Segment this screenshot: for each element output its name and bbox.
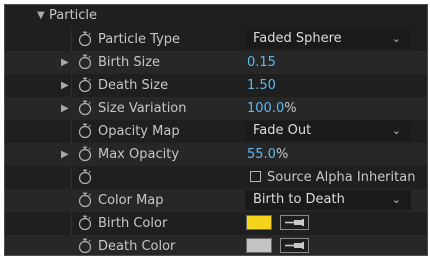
size-variation-field: 100.0% xyxy=(247,100,297,117)
property-label: Color Map xyxy=(98,193,164,208)
opacity-map-dropdown[interactable]: Fade Out ⌄ xyxy=(245,121,411,141)
dropdown-value: Birth to Death xyxy=(253,192,345,207)
stopwatch-icon[interactable] xyxy=(78,146,92,162)
property-row-death-size: ▶ Death Size 1.50 xyxy=(5,74,427,97)
stopwatch-icon[interactable] xyxy=(78,100,92,116)
stopwatch-icon[interactable] xyxy=(78,123,92,139)
stopwatch-icon[interactable] xyxy=(78,54,92,70)
property-label: Particle Type xyxy=(98,32,181,47)
twirl-closed-icon[interactable]: ▶ xyxy=(61,146,69,163)
property-row-size-variation: ▶ Size Variation 100.0% xyxy=(5,97,427,120)
birth-size-value[interactable]: 0.15 xyxy=(247,54,276,71)
property-row-color-map: Color Map Birth to Death ⌄ xyxy=(5,189,427,212)
property-row-birth-size: ▶ Birth Size 0.15 xyxy=(5,51,427,74)
property-label: Birth Size xyxy=(98,55,161,70)
color-map-dropdown[interactable]: Birth to Death ⌄ xyxy=(245,190,411,210)
checkbox-label: Source Alpha Inheritan xyxy=(267,170,416,185)
source-alpha-checkbox[interactable] xyxy=(250,171,261,182)
chevron-down-icon: ⌄ xyxy=(391,124,401,137)
particle-type-dropdown[interactable]: Faded Sphere ⌄ xyxy=(245,29,411,49)
max-opacity-field: 55.0% xyxy=(247,146,288,163)
death-size-value[interactable]: 1.50 xyxy=(247,77,276,94)
twirl-closed-icon[interactable]: ▶ xyxy=(61,54,69,71)
size-variation-value[interactable]: 100.0 xyxy=(247,101,284,116)
dropdown-value: Faded Sphere xyxy=(253,31,342,46)
effect-controls-panel: ▼ Particle Particle Type Faded Sphere ⌄ … xyxy=(4,4,428,256)
property-label: Size Variation xyxy=(98,101,187,116)
property-row-source-alpha: Source Alpha Inheritan xyxy=(5,166,427,189)
property-row-particle-type: Particle Type Faded Sphere ⌄ xyxy=(5,28,427,51)
twirl-open-icon[interactable]: ▼ xyxy=(37,7,45,24)
stopwatch-icon[interactable] xyxy=(78,169,92,185)
birth-color-swatch[interactable] xyxy=(246,215,272,230)
property-row-birth-color: Birth Color xyxy=(5,212,427,235)
stopwatch-icon[interactable] xyxy=(78,215,92,231)
stopwatch-icon[interactable] xyxy=(78,31,92,47)
eyedropper-icon[interactable] xyxy=(280,238,309,253)
eyedropper-icon[interactable] xyxy=(280,215,309,230)
section-title: Particle xyxy=(49,8,98,23)
stopwatch-icon[interactable] xyxy=(78,238,92,254)
chevron-down-icon: ⌄ xyxy=(391,32,401,45)
unit-label: % xyxy=(284,101,297,116)
property-row-opacity-map: Opacity Map Fade Out ⌄ xyxy=(5,120,427,143)
death-color-swatch[interactable] xyxy=(246,238,272,253)
twirl-closed-icon[interactable]: ▶ xyxy=(61,100,69,117)
stopwatch-icon[interactable] xyxy=(78,192,92,208)
chevron-down-icon: ⌄ xyxy=(391,193,401,206)
property-row-death-color: Death Color xyxy=(5,235,427,255)
twirl-closed-icon[interactable]: ▶ xyxy=(61,77,69,94)
dropdown-value: Fade Out xyxy=(253,123,312,138)
stopwatch-icon[interactable] xyxy=(78,77,92,93)
property-label: Death Color xyxy=(98,239,176,254)
property-label: Birth Color xyxy=(98,216,168,231)
section-header-particle[interactable]: ▼ Particle xyxy=(5,5,427,28)
property-label: Opacity Map xyxy=(98,124,180,139)
property-label: Max Opacity xyxy=(98,147,180,162)
property-row-max-opacity: ▶ Max Opacity 55.0% xyxy=(5,143,427,166)
unit-label: % xyxy=(275,147,289,162)
max-opacity-value[interactable]: 55.0 xyxy=(247,147,276,162)
property-label: Death Size xyxy=(98,78,169,93)
